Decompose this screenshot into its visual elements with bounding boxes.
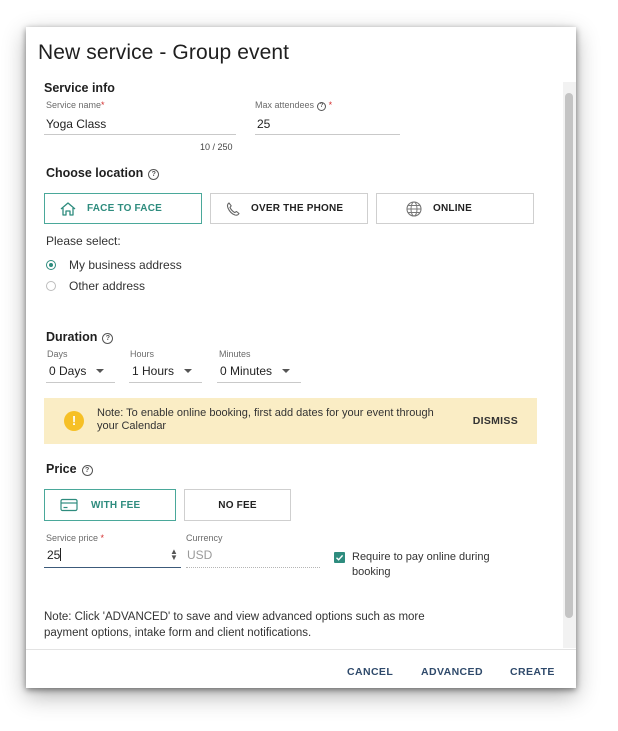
online-booking-alert: ! Note: To enable online booking, first … bbox=[44, 398, 537, 444]
minutes-select[interactable]: 0 Minutes bbox=[220, 364, 291, 378]
location-over-the-phone-label: OVER THE PHONE bbox=[251, 203, 344, 214]
days-select-value: 0 Days bbox=[49, 364, 87, 378]
choose-location-heading: Choose location? bbox=[46, 166, 160, 180]
globe-icon bbox=[406, 200, 422, 217]
phone-icon bbox=[226, 201, 240, 216]
hours-select[interactable]: 1 Hours bbox=[132, 364, 193, 378]
warning-icon: ! bbox=[64, 411, 84, 431]
radio-selected[interactable] bbox=[46, 260, 56, 270]
currency-value: USD bbox=[187, 548, 213, 562]
location-over-the-phone-button[interactable]: OVER THE PHONE bbox=[210, 193, 368, 224]
advanced-note: Note: Click 'ADVANCED' to save and view … bbox=[44, 609, 425, 641]
text-cursor bbox=[60, 548, 62, 561]
alert-text: Note: To enable online booking, first ad… bbox=[97, 407, 434, 432]
no-fee-label: NO FEE bbox=[218, 499, 257, 511]
service-price-input[interactable]: 25 bbox=[47, 548, 167, 562]
hours-select-value: 1 Hours bbox=[132, 364, 175, 378]
days-select[interactable]: 0 Days bbox=[49, 364, 105, 378]
require-online-payment-label: Require to pay online during booking bbox=[352, 550, 490, 580]
choose-location-heading-text: Choose location bbox=[46, 166, 144, 180]
location-online-label: ONLINE bbox=[433, 203, 472, 214]
price-heading: Price? bbox=[46, 462, 93, 476]
help-icon[interactable]: ? bbox=[81, 465, 93, 476]
location-face-to-face-label: FACE TO FACE bbox=[87, 203, 163, 214]
required-marker: * bbox=[328, 100, 333, 110]
no-fee-button[interactable]: NO FEE bbox=[184, 489, 291, 521]
service-price-label: Service price * bbox=[46, 533, 104, 543]
credit-card-icon bbox=[60, 498, 78, 512]
service-price-label-text: Service price bbox=[46, 533, 99, 543]
home-icon bbox=[60, 201, 76, 216]
service-name-counter: 10 / 250 bbox=[200, 142, 233, 152]
chevron-down-icon bbox=[96, 369, 105, 373]
required-marker: * bbox=[101, 100, 105, 110]
with-fee-button[interactable]: WITH FEE bbox=[44, 489, 176, 521]
scrollbar-thumb[interactable] bbox=[565, 93, 573, 618]
require-online-payment-line1: Require to pay online during bbox=[352, 551, 490, 563]
please-select-label: Please select: bbox=[46, 234, 121, 248]
address-option-business-label: My business address bbox=[69, 258, 182, 272]
dialog-title: New service - Group event bbox=[38, 41, 290, 64]
service-info-heading: Service info bbox=[44, 81, 115, 95]
service-name-label-text: Service name bbox=[46, 100, 102, 110]
advanced-button[interactable]: ADVANCED bbox=[421, 666, 483, 678]
create-button[interactable]: CREATE bbox=[510, 666, 555, 678]
max-attendees-underline bbox=[255, 134, 400, 135]
service-name-input[interactable]: Yoga Class bbox=[46, 117, 236, 131]
days-label: Days bbox=[47, 349, 68, 359]
require-online-payment-checkbox[interactable] bbox=[334, 552, 345, 563]
minutes-underline bbox=[217, 382, 301, 383]
chevron-down-icon bbox=[184, 369, 193, 373]
location-online-button[interactable]: ONLINE bbox=[376, 193, 534, 224]
require-online-payment-line2: booking bbox=[352, 566, 391, 578]
address-option-other[interactable]: Other address bbox=[46, 279, 145, 293]
location-face-to-face-button[interactable]: FACE TO FACE bbox=[44, 193, 202, 224]
service-name-label: Service name* bbox=[46, 100, 105, 110]
address-option-other-label: Other address bbox=[69, 279, 146, 293]
chevron-down-icon bbox=[282, 369, 291, 373]
days-underline bbox=[46, 382, 115, 383]
hours-underline bbox=[129, 382, 202, 383]
duration-heading-text: Duration bbox=[46, 330, 98, 344]
max-attendees-label-text: Max attendees bbox=[255, 100, 315, 110]
radio-unselected[interactable] bbox=[46, 281, 56, 291]
help-icon[interactable]: ? bbox=[148, 169, 160, 180]
advanced-note-line1: Note: Click 'ADVANCED' to save and view … bbox=[44, 611, 425, 623]
help-icon[interactable]: ? bbox=[317, 102, 327, 111]
help-icon[interactable]: ? bbox=[102, 333, 114, 344]
duration-heading: Duration? bbox=[46, 330, 114, 344]
new-service-dialog: New service - Group event Service info S… bbox=[26, 27, 576, 688]
with-fee-label: WITH FEE bbox=[91, 499, 141, 511]
check-icon bbox=[336, 554, 344, 561]
service-price-value: 25 bbox=[47, 548, 61, 562]
dismiss-button[interactable]: DISMISS bbox=[473, 415, 518, 427]
minutes-select-value: 0 Minutes bbox=[220, 364, 273, 378]
footer-divider bbox=[26, 649, 576, 650]
stepper-icon[interactable]: ▲ ▼ bbox=[170, 548, 178, 562]
hours-label: Hours bbox=[130, 349, 155, 359]
currency-label: Currency bbox=[186, 533, 223, 543]
minutes-label: Minutes bbox=[219, 349, 251, 359]
max-attendees-label: Max attendees? * bbox=[255, 100, 332, 111]
address-option-business[interactable]: My business address bbox=[46, 258, 182, 272]
advanced-note-line2: payment options, intake form and client … bbox=[44, 627, 312, 639]
currency-underline bbox=[186, 567, 320, 568]
price-heading-text: Price bbox=[46, 462, 77, 476]
cancel-button[interactable]: CANCEL bbox=[347, 666, 393, 678]
max-attendees-input[interactable]: 25 bbox=[257, 117, 397, 131]
service-name-underline bbox=[44, 134, 236, 135]
service-price-underline bbox=[44, 567, 181, 568]
required-marker: * bbox=[100, 533, 105, 543]
